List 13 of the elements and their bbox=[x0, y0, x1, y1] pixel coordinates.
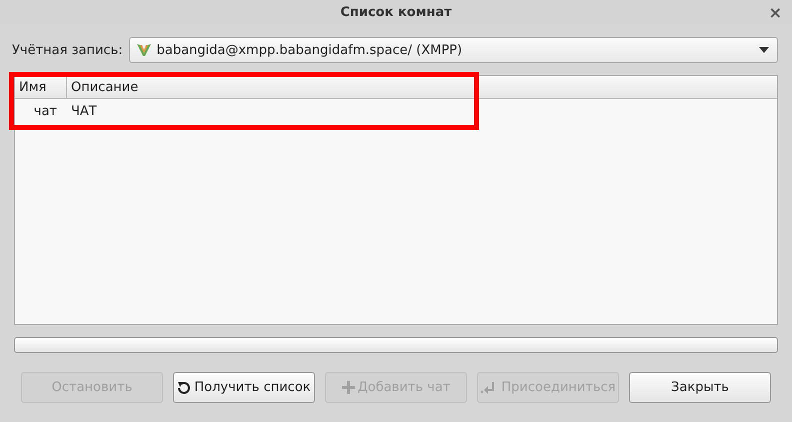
dialog-button[interactable]: Закрыть bbox=[629, 372, 771, 403]
caret-icon bbox=[759, 47, 769, 53]
table-cell-text: ЧАТ bbox=[70, 104, 97, 118]
column-header[interactable]: Имя bbox=[15, 76, 67, 98]
plus-icon bbox=[342, 381, 355, 394]
refresh-icon bbox=[177, 380, 192, 394]
account-dropdown[interactable]: babangida@xmpp.babangidafm.space/ (XMPP) bbox=[128, 37, 778, 63]
column-header[interactable]: Описание bbox=[67, 76, 142, 98]
window-title: Список комнат bbox=[340, 5, 452, 20]
dialog-button[interactable]: Получить список bbox=[173, 372, 315, 403]
account-label: Учётная запись: bbox=[12, 42, 123, 58]
table-cell-text: чат bbox=[32, 104, 58, 118]
close-button[interactable]: × bbox=[768, 3, 782, 22]
